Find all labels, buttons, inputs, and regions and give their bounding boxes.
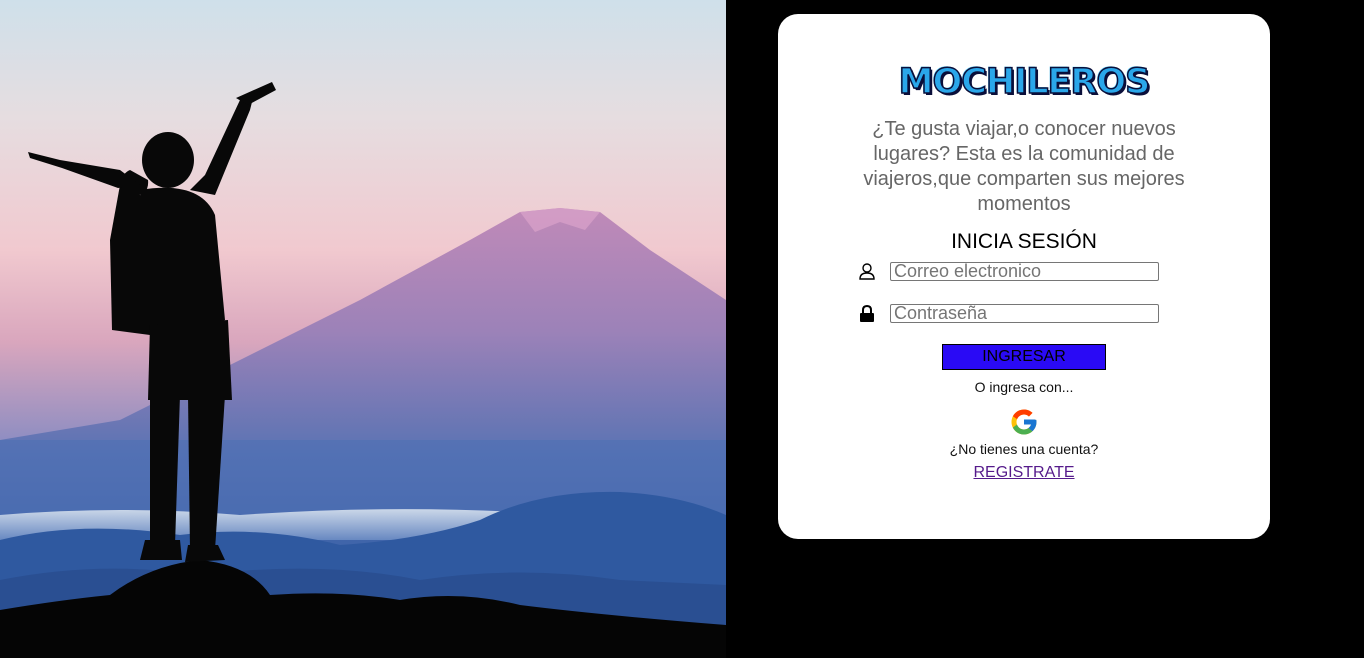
lock-icon	[858, 304, 876, 324]
tagline: ¿Te gusta viajar,o conocer nuevos lugare…	[863, 118, 1185, 215]
login-card: MOCHILEROS ¿Te gusta viajar,o conocer nu…	[778, 14, 1270, 539]
register-link[interactable]: REGISTRATE	[778, 464, 1270, 482]
login-title: INICIA SESIÓN	[951, 230, 1097, 253]
hero-image	[0, 0, 726, 658]
user-icon	[858, 262, 876, 282]
google-icon[interactable]	[1009, 407, 1039, 437]
alt-login-text: O ingresa con...	[974, 379, 1074, 395]
password-input[interactable]	[890, 304, 1159, 323]
login-button[interactable]: INGRESAR	[942, 344, 1106, 370]
hero-illustration	[0, 0, 726, 658]
no-account-text: ¿No tienes una cuenta?	[949, 441, 1099, 457]
brand-logo: MOCHILEROS	[898, 61, 1151, 103]
email-input[interactable]	[890, 262, 1159, 281]
